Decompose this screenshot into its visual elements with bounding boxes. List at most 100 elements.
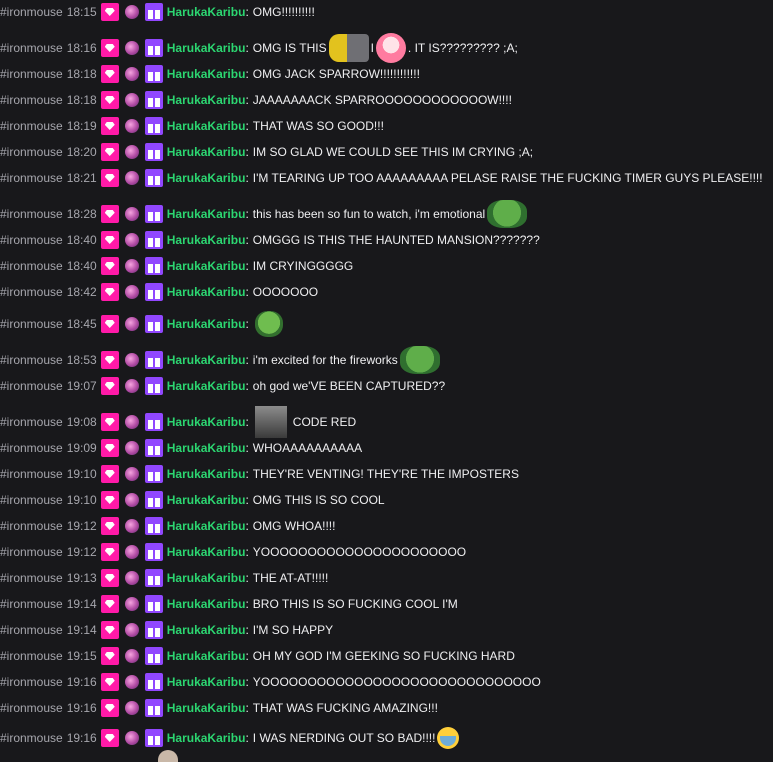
gift-badge-icon[interactable] <box>144 231 163 249</box>
character-badge-icon[interactable] <box>123 351 141 369</box>
subscriber-badge-icon[interactable] <box>100 315 119 333</box>
username[interactable]: HarukaKaribu <box>167 441 246 455</box>
character-badge-icon[interactable] <box>123 315 141 333</box>
gift-badge-icon[interactable] <box>144 377 163 395</box>
gift-badge-icon[interactable] <box>144 465 163 483</box>
channel-name[interactable]: #ironmouse <box>0 731 63 745</box>
subscriber-badge-icon[interactable] <box>100 257 119 275</box>
subscriber-badge-icon[interactable] <box>100 283 119 301</box>
gift-badge-icon[interactable] <box>144 3 163 21</box>
subscriber-badge-icon[interactable] <box>100 205 119 223</box>
channel-name[interactable]: #ironmouse <box>0 441 63 455</box>
channel-name[interactable]: #ironmouse <box>0 233 63 247</box>
channel-name[interactable]: #ironmouse <box>0 171 63 185</box>
computer-emote-icon[interactable] <box>328 34 369 62</box>
subscriber-badge-icon[interactable] <box>100 231 119 249</box>
character-badge-icon[interactable] <box>123 205 141 223</box>
character-badge-icon[interactable] <box>123 673 141 691</box>
character-badge-icon[interactable] <box>123 91 141 109</box>
username[interactable]: HarukaKaribu <box>167 119 246 133</box>
gift-badge-icon[interactable] <box>144 39 163 57</box>
username[interactable]: HarukaKaribu <box>167 467 246 481</box>
subscriber-badge-icon[interactable] <box>100 729 119 747</box>
pepe-emote-icon[interactable] <box>487 200 528 228</box>
gift-badge-icon[interactable] <box>144 491 163 509</box>
username[interactable]: HarukaKaribu <box>167 623 246 637</box>
gift-badge-icon[interactable] <box>144 517 163 535</box>
channel-name[interactable]: #ironmouse <box>0 571 63 585</box>
channel-name[interactable]: #ironmouse <box>0 207 63 221</box>
pepe-emote-icon[interactable] <box>399 346 440 374</box>
username[interactable]: HarukaKaribu <box>167 285 246 299</box>
character-badge-icon[interactable] <box>123 143 141 161</box>
channel-name[interactable]: #ironmouse <box>0 623 63 637</box>
channel-name[interactable]: #ironmouse <box>0 649 63 663</box>
channel-name[interactable]: #ironmouse <box>0 285 63 299</box>
subscriber-badge-icon[interactable] <box>100 351 119 369</box>
username[interactable]: HarukaKaribu <box>167 545 246 559</box>
username[interactable]: HarukaKaribu <box>167 731 246 745</box>
gift-badge-icon[interactable] <box>144 595 163 613</box>
subscriber-badge-icon[interactable] <box>100 569 119 587</box>
gift-badge-icon[interactable] <box>144 439 163 457</box>
character-badge-icon[interactable] <box>123 621 141 639</box>
subscriber-badge-icon[interactable] <box>100 543 119 561</box>
username[interactable]: HarukaKaribu <box>167 415 246 429</box>
gift-badge-icon[interactable] <box>144 543 163 561</box>
character-badge-icon[interactable] <box>123 377 141 395</box>
username[interactable]: HarukaKaribu <box>167 41 246 55</box>
character-badge-icon[interactable] <box>123 65 141 83</box>
subscriber-badge-icon[interactable] <box>100 491 119 509</box>
character-badge-icon[interactable] <box>123 439 141 457</box>
subscriber-badge-icon[interactable] <box>100 169 119 187</box>
channel-name[interactable]: #ironmouse <box>0 41 63 55</box>
character-badge-icon[interactable] <box>123 729 141 747</box>
channel-name[interactable]: #ironmouse <box>0 701 63 715</box>
username[interactable]: HarukaKaribu <box>167 353 246 367</box>
character-badge-icon[interactable] <box>123 517 141 535</box>
subscriber-badge-icon[interactable] <box>100 439 119 457</box>
gift-badge-icon[interactable] <box>144 91 163 109</box>
username[interactable]: HarukaKaribu <box>167 233 246 247</box>
username[interactable]: HarukaKaribu <box>167 675 246 689</box>
character-badge-icon[interactable] <box>123 257 141 275</box>
gift-badge-icon[interactable] <box>144 729 163 747</box>
channel-name[interactable]: #ironmouse <box>0 415 63 429</box>
channel-name[interactable]: #ironmouse <box>0 493 63 507</box>
subscriber-badge-icon[interactable] <box>100 465 119 483</box>
username[interactable]: HarukaKaribu <box>167 67 246 81</box>
subscriber-badge-icon[interactable] <box>100 3 119 21</box>
gift-badge-icon[interactable] <box>144 65 163 83</box>
character-badge-icon[interactable] <box>123 39 141 57</box>
character-badge-icon[interactable] <box>123 647 141 665</box>
character-badge-icon[interactable] <box>123 117 141 135</box>
username[interactable]: HarukaKaribu <box>167 649 246 663</box>
subscriber-badge-icon[interactable] <box>100 595 119 613</box>
gift-badge-icon[interactable] <box>144 351 163 369</box>
character-badge-icon[interactable] <box>123 491 141 509</box>
username[interactable]: HarukaKaribu <box>167 597 246 611</box>
subscriber-badge-icon[interactable] <box>100 143 119 161</box>
gift-badge-icon[interactable] <box>144 205 163 223</box>
username[interactable]: HarukaKaribu <box>167 493 246 507</box>
username[interactable]: HarukaKaribu <box>167 171 246 185</box>
character-badge-icon[interactable] <box>123 169 141 187</box>
subscriber-badge-icon[interactable] <box>100 517 119 535</box>
gift-badge-icon[interactable] <box>144 143 163 161</box>
gift-badge-icon[interactable] <box>144 117 163 135</box>
username[interactable]: HarukaKaribu <box>167 519 246 533</box>
subscriber-badge-icon[interactable] <box>100 673 119 691</box>
pepe-emote-icon[interactable] <box>254 311 283 337</box>
username[interactable]: HarukaKaribu <box>167 379 246 393</box>
subscriber-badge-icon[interactable] <box>100 413 119 431</box>
username[interactable]: HarukaKaribu <box>167 93 246 107</box>
anime-girl-emote-icon[interactable] <box>375 33 406 63</box>
gift-badge-icon[interactable] <box>144 673 163 691</box>
username[interactable]: HarukaKaribu <box>167 207 246 221</box>
username[interactable]: HarukaKaribu <box>167 145 246 159</box>
subscriber-badge-icon[interactable] <box>100 647 119 665</box>
crying-face-emote-icon[interactable] <box>437 727 460 749</box>
channel-name[interactable]: #ironmouse <box>0 519 63 533</box>
face-emote-icon[interactable] <box>254 406 287 438</box>
gift-badge-icon[interactable] <box>144 413 163 431</box>
